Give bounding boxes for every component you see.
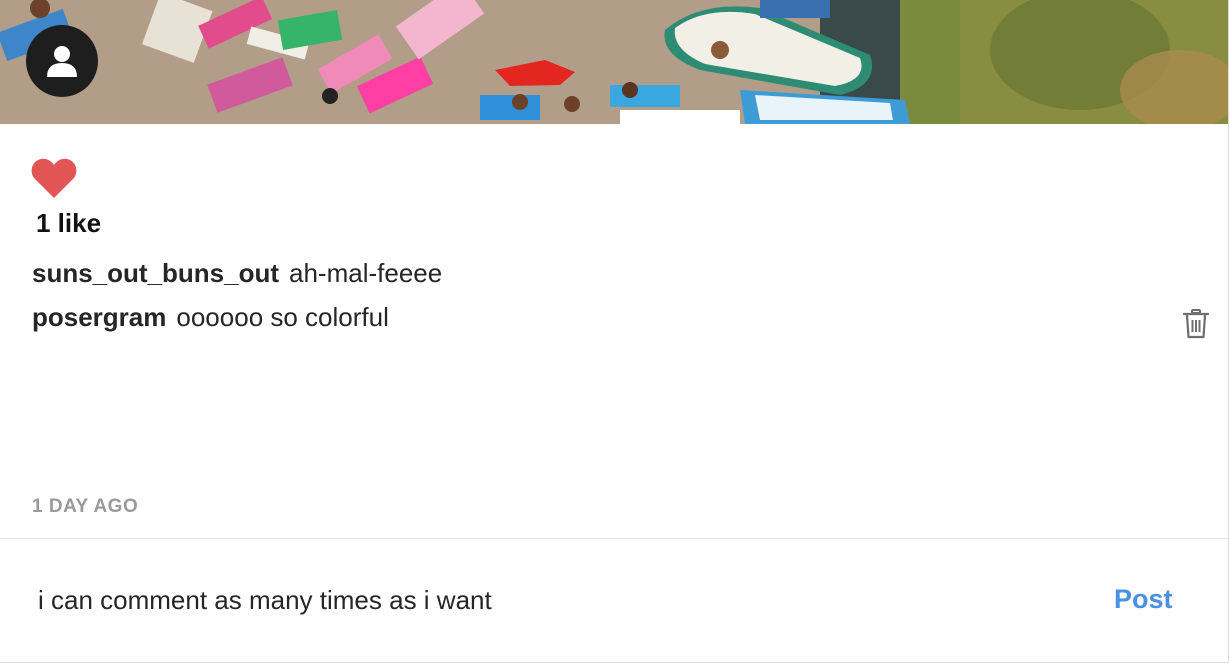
post-photo[interactable]: [0, 0, 1228, 124]
comment-text: ah-mal-feeee: [289, 258, 443, 288]
comment-text: oooooo so colorful: [176, 302, 389, 332]
post-button[interactable]: Post: [1114, 584, 1173, 615]
comment-item: suns_out_buns_out ah-mal-feeee: [32, 258, 442, 289]
delete-comment-button[interactable]: [1182, 309, 1210, 339]
like-button[interactable]: [31, 157, 77, 199]
trash-icon: [1182, 309, 1210, 339]
comment-username[interactable]: suns_out_buns_out: [32, 258, 279, 288]
likes-count[interactable]: 1 like: [36, 208, 101, 239]
user-silhouette-icon: [47, 46, 77, 77]
heart-icon: [31, 158, 77, 198]
avatar[interactable]: [26, 25, 98, 97]
comment-username[interactable]: posergram: [32, 302, 166, 332]
post-timestamp: 1 DAY AGO: [32, 496, 139, 517]
comment-input[interactable]: [38, 578, 1078, 622]
divider: [0, 538, 1228, 539]
beach-photo-illustration: [0, 0, 1228, 124]
comment-item: posergram oooooo so colorful: [32, 302, 389, 333]
post-card: 1 like suns_out_buns_out ah-mal-feeee pos…: [0, 0, 1229, 663]
